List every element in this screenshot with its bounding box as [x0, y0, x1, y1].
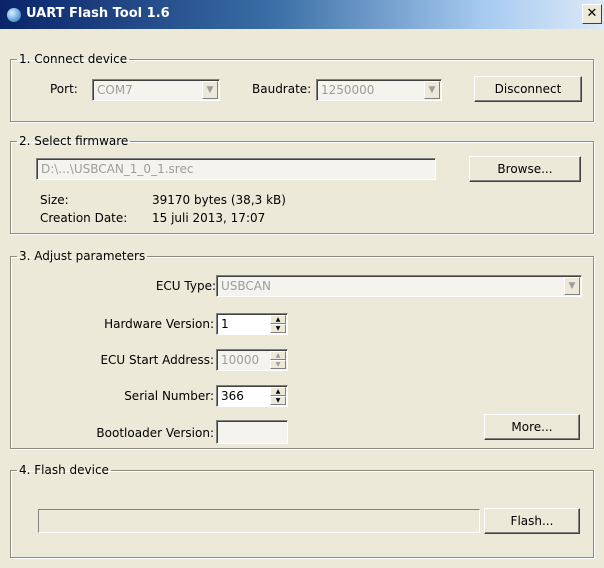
- bootloader-version-field: [216, 420, 288, 444]
- chevron-down-icon[interactable]: ▼: [424, 81, 440, 99]
- port-label: Port:: [50, 82, 78, 96]
- creation-date-label: Creation Date:: [40, 211, 128, 225]
- serial-number-label: Serial Number:: [124, 389, 214, 403]
- serial-number-stepper[interactable]: 366 ▲ ▼: [216, 385, 288, 407]
- hardware-version-value: 1: [221, 317, 229, 331]
- window-title: UART Flash Tool 1.6: [26, 6, 170, 21]
- disconnect-button[interactable]: Disconnect: [474, 76, 582, 102]
- browse-button[interactable]: Browse...: [469, 156, 581, 182]
- chevron-down-icon[interactable]: ▼: [564, 277, 580, 295]
- size-label: Size:: [40, 193, 69, 207]
- flash-device-legend: 4. Flash device: [19, 463, 109, 477]
- chevron-down-icon[interactable]: ▼: [202, 81, 218, 99]
- firmware-path-field[interactable]: D:\...\USBCAN_1_0_1.srec: [36, 158, 436, 180]
- port-value: COM7: [97, 83, 133, 97]
- serial-number-value: 366: [221, 389, 244, 403]
- select-firmware-legend: 2. Select firmware: [19, 134, 129, 148]
- bootloader-version-label: Bootloader Version:: [96, 426, 214, 440]
- baudrate-select[interactable]: 1250000 ▼: [316, 79, 442, 101]
- ecu-start-address-label: ECU Start Address:: [100, 353, 214, 367]
- connect-device-group: 1. Connect device Port: COM7 ▼ Baudrate:…: [10, 52, 594, 122]
- ecu-type-value: USBCAN: [221, 279, 271, 293]
- ecu-start-address-value: 10000: [221, 353, 260, 367]
- firmware-path-value: D:\...\USBCAN_1_0_1.srec: [41, 162, 194, 176]
- adjust-parameters-group: 3. Adjust parameters ECU Type: USBCAN ▼ …: [10, 249, 594, 449]
- flash-button[interactable]: Flash...: [484, 508, 580, 534]
- baudrate-label: Baudrate:: [252, 82, 312, 96]
- spin-up-icon[interactable]: ▲: [270, 315, 286, 324]
- ecu-type-select[interactable]: USBCAN ▼: [216, 275, 582, 297]
- port-select[interactable]: COM7 ▼: [92, 79, 220, 101]
- flash-progress-bar: [38, 509, 480, 533]
- spin-down-icon[interactable]: ▼: [270, 324, 286, 333]
- app-window: UART Flash Tool 1.6 ✕ 1. Connect device …: [0, 0, 604, 568]
- spin-up-icon[interactable]: ▲: [270, 351, 286, 360]
- flash-device-group: 4. Flash device Flash...: [10, 463, 594, 558]
- hardware-version-label: Hardware Version:: [104, 317, 214, 331]
- title-bar: UART Flash Tool 1.6 ✕: [0, 0, 604, 29]
- app-icon: [6, 7, 22, 23]
- spin-up-icon[interactable]: ▲: [270, 387, 286, 396]
- spin-down-icon[interactable]: ▼: [270, 360, 286, 369]
- more-button[interactable]: More...: [484, 414, 580, 440]
- connect-device-legend: 1. Connect device: [19, 52, 128, 66]
- ecu-type-label: ECU Type:: [155, 279, 216, 293]
- hardware-version-stepper[interactable]: 1 ▲ ▼: [216, 313, 288, 335]
- select-firmware-group: 2. Select firmware D:\...\USBCAN_1_0_1.s…: [10, 134, 594, 234]
- close-button[interactable]: ✕: [582, 4, 602, 24]
- baudrate-value: 1250000: [321, 83, 375, 97]
- spin-down-icon[interactable]: ▼: [270, 396, 286, 405]
- size-value: 39170 bytes (38,3 kB): [152, 193, 286, 207]
- creation-date-value: 15 juli 2013, 17:07: [152, 211, 266, 225]
- ecu-start-address-stepper[interactable]: 10000 ▲ ▼: [216, 349, 288, 371]
- adjust-parameters-legend: 3. Adjust parameters: [19, 249, 146, 263]
